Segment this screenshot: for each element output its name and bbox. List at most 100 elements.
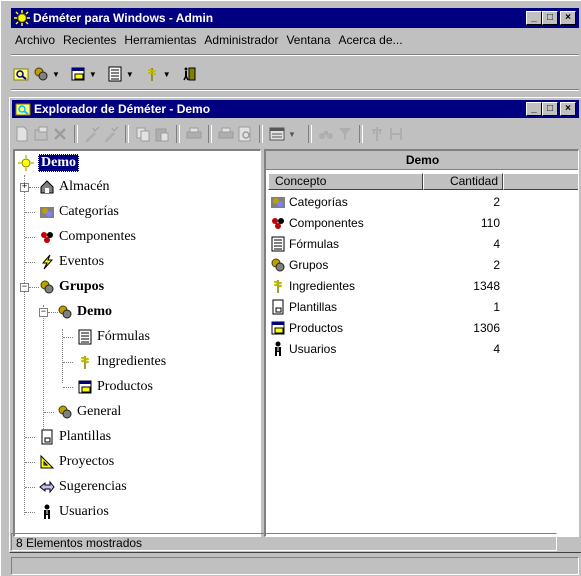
tree-label: Categorías: [59, 204, 119, 219]
list-item[interactable]: Componentes 110: [270, 213, 500, 233]
copy-button[interactable]: [135, 124, 151, 144]
tree-node-formulas[interactable]: Fórmulas: [77, 327, 150, 347]
detail-list[interactable]: Demo Concepto Cantidad Categorías 2 Comp…: [264, 149, 579, 537]
list-item[interactable]: Usuarios 4: [270, 339, 500, 359]
list-item[interactable]: Productos 1306: [270, 318, 500, 338]
formula-icon: [271, 236, 285, 252]
explorer-toolbar: ▼: [14, 122, 404, 146]
tree-label: Productos: [97, 379, 153, 394]
tree-node-demo[interactable]: Demo: [18, 153, 79, 173]
tree-node-usuarios[interactable]: Usuarios: [39, 502, 109, 522]
tree-node-componentes[interactable]: Componentes: [39, 227, 136, 247]
tree-node-grupos[interactable]: Grupos: [39, 277, 104, 297]
list-item-label: Fórmulas: [289, 237, 340, 251]
list-item-label: Usuarios: [289, 342, 337, 356]
column-header-cantidad[interactable]: Cantidad: [423, 173, 503, 190]
list-item-value: 2: [493, 258, 500, 272]
demeter-sun-icon: [18, 155, 34, 171]
menu-recientes[interactable]: Recientes: [59, 31, 120, 49]
explorer-minimize-button[interactable]: _: [526, 102, 542, 116]
list-item-value: 4: [493, 237, 500, 251]
find-button[interactable]: [318, 124, 334, 144]
print-button[interactable]: [186, 124, 202, 144]
link-button[interactable]: [388, 124, 404, 144]
binoculars-icon: [318, 131, 333, 139]
tree-node-categorias[interactable]: Categorías: [39, 202, 119, 222]
delete-icon: [54, 128, 66, 140]
tree-node-grupos-demo[interactable]: Demo: [57, 302, 112, 322]
tree-label: Ingredientes: [97, 354, 167, 369]
tree-line: [25, 237, 35, 238]
tree-line: [29, 287, 39, 288]
explorer-maximize-button[interactable]: □: [542, 102, 558, 116]
preview-icon: [238, 126, 251, 142]
column-header-concepto[interactable]: Concepto: [268, 173, 423, 190]
components-icon: [272, 218, 284, 229]
maximize-button[interactable]: □: [542, 11, 558, 25]
toolbar-divider: [176, 125, 180, 143]
menu-administrador[interactable]: Administrador: [200, 31, 282, 49]
toolbar-exit-button[interactable]: [181, 64, 197, 84]
menu-archivo[interactable]: Archivo: [11, 31, 59, 49]
filter-button[interactable]: [337, 124, 353, 144]
chevron-down-icon[interactable]: ▼: [126, 70, 134, 79]
chevron-down-icon[interactable]: ▼: [89, 70, 97, 79]
menu-acerca[interactable]: Acerca de...: [335, 31, 407, 49]
list-item-label: Productos: [289, 321, 344, 335]
chevron-down-icon[interactable]: ▼: [52, 70, 60, 79]
chevron-down-icon[interactable]: ▼: [288, 130, 296, 139]
groups-icon: [271, 258, 285, 272]
toolbar-ingredients-button[interactable]: ▼: [144, 64, 177, 84]
toolbar-explorer-button[interactable]: [13, 64, 29, 84]
toolbar-divider: [208, 125, 212, 143]
tree-line: [25, 462, 35, 463]
tree-node-plantillas[interactable]: Plantillas: [39, 427, 111, 447]
explorer-close-button[interactable]: ×: [560, 102, 576, 116]
toolbar-groups-button[interactable]: ▼: [33, 64, 66, 84]
preview-button[interactable]: [237, 124, 253, 144]
list-item[interactable]: Categorías 2: [270, 192, 500, 212]
tree-collapser[interactable]: −: [39, 308, 48, 317]
list-item[interactable]: Plantillas 1: [270, 297, 500, 317]
tree-expander[interactable]: +: [20, 183, 29, 192]
list-item[interactable]: Fórmulas 4: [270, 234, 500, 254]
app-titlebar[interactable]: Déméter para Windows - Admin _ □ ×: [11, 8, 579, 28]
print-setup-button[interactable]: [218, 124, 234, 144]
tree-line: [63, 337, 73, 338]
tree-node-almacen[interactable]: Almacén: [39, 177, 110, 197]
tree-icon: [371, 127, 382, 141]
menu-herramientas[interactable]: Herramientas: [120, 31, 200, 49]
explorer-titlebar[interactable]: Explorador de Déméter - Demo _ □ ×: [12, 100, 579, 118]
tree-line: [25, 212, 35, 213]
tree-node-productos[interactable]: Productos: [77, 377, 153, 397]
chevron-down-icon[interactable]: ▼: [163, 70, 171, 79]
toolbar-formulas-button[interactable]: ▼: [107, 64, 140, 84]
edit-button[interactable]: [84, 124, 100, 144]
view-button[interactable]: ▼: [269, 124, 302, 144]
list-item-value: 4: [493, 342, 500, 356]
tree-node-general[interactable]: General: [57, 402, 121, 422]
list-item[interactable]: Grupos 2: [270, 255, 500, 275]
edit-all-button[interactable]: [103, 124, 119, 144]
list-item[interactable]: Ingredientes 1348: [270, 276, 500, 296]
tree-label: General: [77, 404, 122, 419]
close-button[interactable]: ×: [560, 11, 576, 25]
minimize-button[interactable]: _: [526, 11, 542, 25]
new-button[interactable]: [14, 124, 30, 144]
list-item-label: Categorías: [289, 195, 348, 209]
tree-view[interactable]: Demo + Almacén Categorías Componentes Ev…: [13, 149, 261, 537]
menu-ventana[interactable]: Ventana: [282, 31, 334, 49]
properties-button[interactable]: [33, 124, 49, 144]
toolbar-products-button[interactable]: ▼: [70, 64, 103, 84]
main-window: Déméter para Windows - Admin _ □ × Archi…: [0, 0, 581, 576]
paste-button[interactable]: [154, 124, 170, 144]
tree-node-ingredientes[interactable]: Ingredientes: [77, 352, 166, 372]
delete-button[interactable]: [52, 124, 68, 144]
tree-node-proyectos[interactable]: Proyectos: [39, 452, 114, 472]
tree-node-eventos[interactable]: Eventos: [39, 252, 104, 272]
groups-icon: [34, 67, 48, 81]
view-list-icon: [269, 127, 285, 141]
tree-collapser[interactable]: −: [20, 283, 29, 292]
tree-node-sugerencias[interactable]: Sugerencias: [39, 477, 127, 497]
tree-button[interactable]: [369, 124, 385, 144]
